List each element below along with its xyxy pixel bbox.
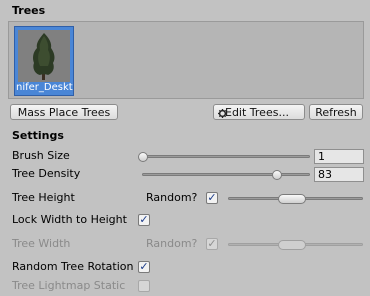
checkmark-icon: ✓ [139, 260, 149, 273]
tree-width-random-label: Random? [146, 237, 198, 250]
edit-trees-label: Edit Trees... [225, 106, 289, 119]
gear-icon [218, 107, 227, 118]
lock-width-label: Lock Width to Height [12, 213, 127, 226]
tree-density-slider-track[interactable] [142, 173, 310, 176]
tree-density-field[interactable]: 83 [314, 167, 364, 182]
checkmark-icon: ✓ [207, 237, 217, 250]
lock-width-checkbox[interactable]: ✓ [138, 214, 150, 226]
edit-trees-button[interactable]: Edit Trees... [213, 104, 305, 120]
tree-density-label: Tree Density [12, 167, 81, 180]
tree-density-slider-thumb[interactable] [272, 170, 283, 180]
tree-height-range-handle[interactable] [278, 194, 307, 204]
lightmap-static-checkbox [138, 280, 150, 292]
tree-width-random-checkbox: ✓ [206, 238, 218, 250]
trees-header: Trees [12, 4, 46, 17]
lightmap-static-label: Tree Lightmap Static [12, 279, 126, 292]
conifer-tree-thumbnail [18, 30, 70, 82]
tree-width-range-handle [278, 240, 307, 250]
random-rotation-label: Random Tree Rotation [12, 260, 134, 273]
tree-prototype-label: nifer_Deskt [16, 82, 73, 93]
tree-height-label: Tree Height [12, 191, 75, 204]
brush-size-field[interactable]: 1 [314, 149, 364, 164]
tree-height-random-label: Random? [146, 191, 198, 204]
tree-prototype-tile[interactable]: nifer_Deskt [14, 26, 74, 96]
refresh-button[interactable]: Refresh [309, 104, 363, 120]
random-rotation-checkbox[interactable]: ✓ [138, 261, 150, 273]
brush-size-label: Brush Size [12, 149, 70, 162]
mass-place-trees-button[interactable]: Mass Place Trees [10, 104, 118, 120]
tree-height-random-checkbox[interactable]: ✓ [206, 192, 218, 204]
checkmark-icon: ✓ [207, 191, 217, 204]
checkmark-icon: ✓ [139, 213, 149, 226]
brush-size-slider-track[interactable] [142, 155, 310, 158]
brush-size-slider-thumb[interactable] [138, 152, 148, 162]
tree-width-label: Tree Width [12, 237, 71, 250]
settings-header: Settings [12, 129, 64, 142]
